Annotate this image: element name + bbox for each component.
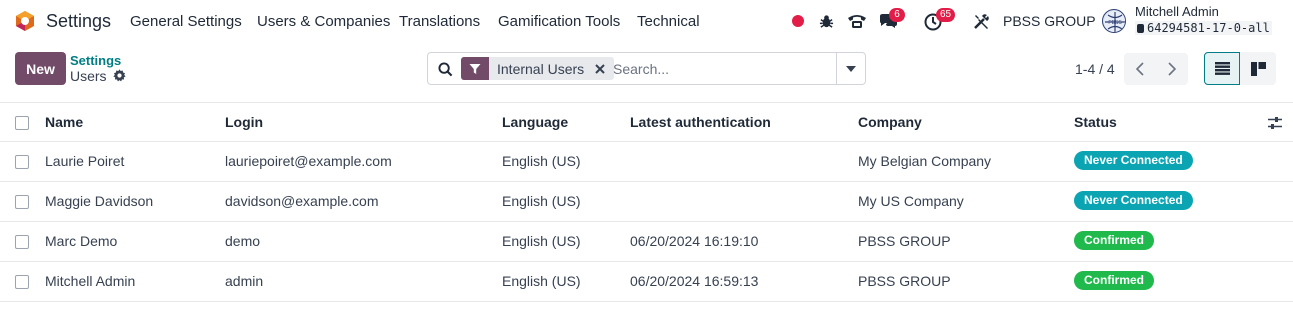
company-switcher[interactable]: PBSS GROUP	[1003, 13, 1096, 29]
cell-language: English (US)	[502, 233, 581, 249]
user-menu[interactable]: Mitchell Admin	[1135, 4, 1219, 19]
kanban-view-button[interactable]	[1240, 52, 1276, 85]
cell-name: Maggie Davidson	[45, 193, 154, 209]
table-row[interactable]: Laurie Poiret lauriepoiret@example.com E…	[0, 142, 1293, 182]
close-icon[interactable]	[592, 57, 608, 80]
table-header: Name Login Language Latest authenticatio…	[0, 102, 1293, 142]
cell-login: admin	[225, 273, 264, 289]
filter-facet-label: Internal Users	[497, 60, 585, 77]
cell-company: PBSS GROUP	[858, 273, 951, 289]
menu-general-settings[interactable]: General Settings	[130, 13, 242, 30]
row-checkbox[interactable]	[15, 155, 29, 169]
database-icon	[1137, 24, 1144, 33]
phone-icon[interactable]	[846, 11, 868, 31]
kanban-view-icon	[1250, 61, 1266, 76]
column-header-login[interactable]: Login	[225, 114, 263, 130]
cell-name: Mitchell Admin	[45, 273, 136, 289]
search-options-toggle[interactable]	[836, 53, 865, 84]
cell-company: My Belgian Company	[858, 153, 992, 169]
search-bar[interactable]: Internal Users	[427, 52, 866, 85]
menu-gamification-tools[interactable]: Gamification Tools	[498, 13, 620, 30]
caret-down-icon	[846, 65, 856, 72]
column-header-language[interactable]: Language	[502, 114, 568, 130]
cell-language: English (US)	[502, 153, 581, 169]
gear-icon[interactable]	[113, 69, 126, 82]
odoo-logo-icon[interactable]	[14, 10, 36, 32]
search-icon[interactable]	[438, 62, 453, 77]
database-name: 64294581-17-0-all	[1135, 21, 1272, 35]
cell-company: PBSS GROUP	[858, 233, 951, 249]
main-navbar: Settings General Settings Users & Compan…	[0, 0, 1293, 42]
svg-text:PBSS: PBSS	[1108, 20, 1122, 26]
breadcrumb-settings[interactable]: Settings	[70, 53, 121, 68]
cell-language: English (US)	[502, 273, 581, 289]
menu-technical[interactable]: Technical	[637, 13, 700, 30]
cell-language: English (US)	[502, 193, 581, 209]
chevron-right-icon	[1168, 62, 1176, 76]
database-label: 64294581-17-0-all	[1147, 21, 1270, 35]
cell-company: My US Company	[858, 193, 964, 209]
cell-login: lauriepoiret@example.com	[225, 153, 392, 169]
cell-login: davidson@example.com	[225, 193, 379, 209]
column-header-name[interactable]: Name	[45, 114, 83, 130]
cell-login: demo	[225, 233, 261, 249]
column-header-latest-authentication[interactable]: Latest authentication	[630, 114, 771, 130]
menu-translations[interactable]: Translations	[399, 13, 480, 30]
app-title[interactable]: Settings	[46, 11, 111, 32]
table-row[interactable]: Maggie Davidson davidson@example.com Eng…	[0, 182, 1293, 222]
chevron-left-icon	[1136, 62, 1144, 76]
pager-next-button[interactable]	[1156, 53, 1188, 85]
list-view-button[interactable]	[1204, 52, 1240, 85]
status-badge: Confirmed	[1074, 271, 1154, 290]
activity-clock-icon[interactable]: 65	[924, 8, 956, 31]
menu-users-companies[interactable]: Users & Companies	[257, 13, 390, 30]
page-title: Users	[70, 68, 107, 84]
bug-icon[interactable]	[817, 11, 835, 31]
record-dot-icon[interactable]	[790, 11, 806, 31]
pager-value[interactable]: 1-4 / 4	[1075, 61, 1115, 77]
pager-previous-button[interactable]	[1124, 53, 1156, 85]
column-header-company[interactable]: Company	[858, 114, 922, 130]
cell-name: Marc Demo	[45, 233, 118, 249]
users-list: Name Login Language Latest authenticatio…	[0, 102, 1293, 302]
table-row[interactable]: Mitchell Admin admin English (US) 06/20/…	[0, 262, 1293, 302]
list-view-icon	[1214, 62, 1230, 75]
status-badge: Never Connected	[1074, 151, 1193, 170]
company-logo-icon[interactable]: PBSS	[1102, 9, 1126, 33]
tools-icon[interactable]	[971, 11, 991, 31]
new-button[interactable]: New	[15, 52, 66, 85]
select-all-checkbox[interactable]	[15, 116, 29, 130]
activities-count-badge: 65	[936, 8, 956, 22]
optional-columns-icon[interactable]	[1267, 115, 1283, 131]
status-badge: Confirmed	[1074, 231, 1154, 250]
filter-icon	[461, 57, 489, 80]
column-header-status[interactable]: Status	[1074, 114, 1117, 130]
cell-latest-authentication: 06/20/2024 16:19:10	[630, 233, 759, 249]
table-row[interactable]: Marc Demo demo English (US) 06/20/2024 1…	[0, 222, 1293, 262]
row-checkbox[interactable]	[15, 235, 29, 249]
cell-name: Laurie Poiret	[45, 153, 125, 169]
messages-count-badge: 6	[889, 8, 905, 22]
chat-icon[interactable]: 6	[878, 8, 905, 31]
row-checkbox[interactable]	[15, 195, 29, 209]
cell-latest-authentication: 06/20/2024 16:59:13	[630, 273, 759, 289]
search-input[interactable]	[613, 59, 828, 79]
status-badge: Never Connected	[1074, 191, 1193, 210]
row-checkbox[interactable]	[15, 275, 29, 289]
filter-facet[interactable]: Internal Users	[461, 57, 615, 80]
